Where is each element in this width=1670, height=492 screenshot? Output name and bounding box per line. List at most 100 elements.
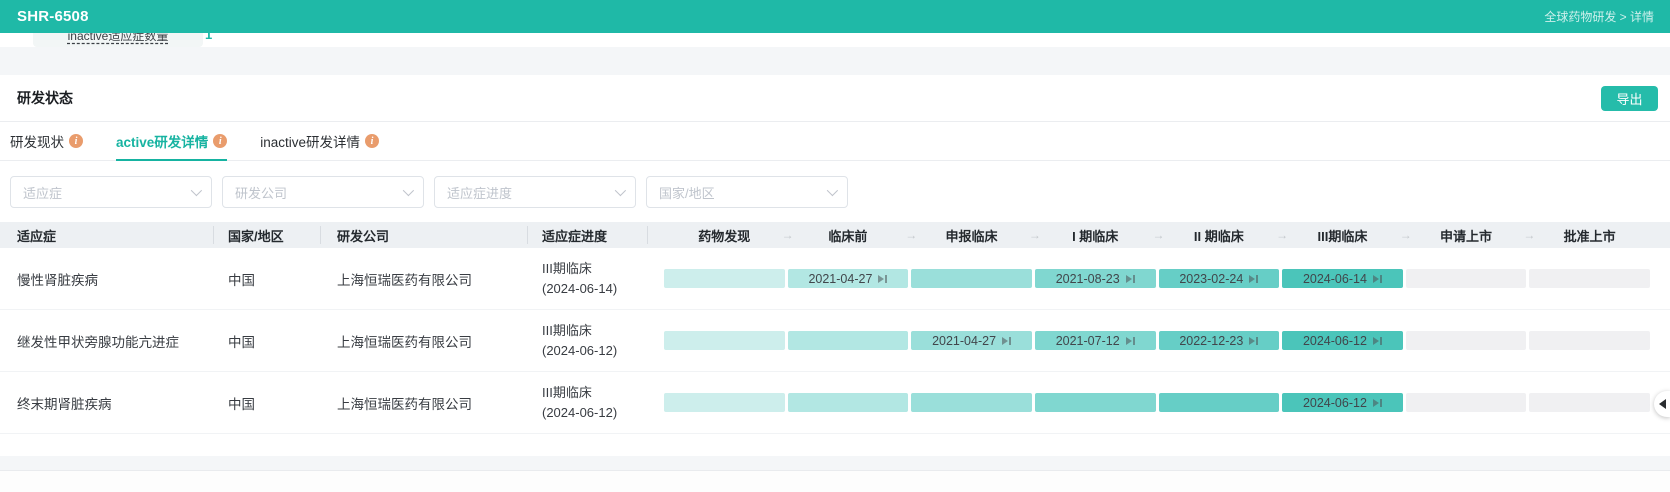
stage-progress-segment xyxy=(664,331,785,350)
indication-cell: 终末期肾脏疾病 xyxy=(0,393,214,413)
company-filter-select[interactable]: 研发公司 xyxy=(222,176,424,208)
stage-date: 2024-06-14 xyxy=(1303,272,1367,286)
scrolled-card-remnant: inactive适应症数量 1 xyxy=(0,33,1670,47)
stage-col-header: I 期临床→ xyxy=(1035,222,1156,248)
stage-col-label: 批准上市 xyxy=(1564,226,1616,245)
tabs-bar: 研发现状 i active研发详情 i inactive研发详情 i xyxy=(0,122,1670,161)
stage-progress-segment xyxy=(911,269,1032,288)
chevron-down-icon xyxy=(403,185,414,196)
drug-title: SHR-6508 xyxy=(17,8,89,25)
play-triangle xyxy=(1373,337,1379,345)
stage-col-header: 申请上市→ xyxy=(1406,222,1527,248)
stage-col-label: III期临床 xyxy=(1318,226,1368,245)
indication-filter-select[interactable]: 适应症 xyxy=(10,176,212,208)
stage-progress-segment xyxy=(664,269,785,288)
play-bar xyxy=(1009,337,1011,345)
step-forward-icon xyxy=(1373,337,1382,345)
stage-progress-segment[interactable]: 2022-12-23 xyxy=(1159,331,1280,350)
stage-bar: 2021-04-27 2021-08-23 2023-02-24 2024-06-14 xyxy=(648,248,1670,309)
stage-date: 2021-07-12 xyxy=(1056,334,1120,348)
stage-col-header: 药物发现→ xyxy=(664,222,785,248)
step-forward-icon xyxy=(1373,275,1382,283)
export-button[interactable]: 导出 xyxy=(1601,86,1658,111)
tab-inactive-rd-details[interactable]: inactive研发详情 i xyxy=(260,122,379,160)
stage-progress-segment[interactable]: 2024-06-12 xyxy=(1282,393,1403,412)
tab-label: inactive研发详情 xyxy=(260,131,360,151)
progress-stage-text: III期临床 xyxy=(542,321,648,341)
stage-progress-segment xyxy=(911,393,1032,412)
stage-progress-segment xyxy=(1035,393,1156,412)
table-row: 终末期肾脏疾病中国上海恒瑞医药有限公司III期临床(2024-06-12)202… xyxy=(0,372,1670,434)
clipped-value-fragment: 1 xyxy=(205,33,212,42)
col-header-indication: 适应症 xyxy=(0,222,214,248)
clipped-label: inactive适应症数量 xyxy=(33,33,203,44)
stage-progress-segment[interactable]: 2021-04-27 xyxy=(788,269,909,288)
stage-empty-segment xyxy=(1406,331,1527,350)
stage-progress-segment[interactable]: 2021-04-27 xyxy=(911,331,1032,350)
play-triangle xyxy=(878,275,884,283)
table-body: 慢性肾脏疾病中国上海恒瑞医药有限公司III期临床(2024-06-14)2021… xyxy=(0,248,1670,434)
stage-col-header: 批准上市 xyxy=(1529,222,1650,248)
progress-filter-select[interactable]: 适应症进度 xyxy=(434,176,636,208)
indication-cell: 慢性肾脏疾病 xyxy=(0,269,214,289)
step-forward-icon xyxy=(1002,337,1011,345)
play-bar xyxy=(1380,275,1382,283)
stage-progress-segment xyxy=(1159,393,1280,412)
play-bar xyxy=(1256,275,1258,283)
stage-col-label: 申报临床 xyxy=(946,226,998,245)
filter-bar: 适应症 研发公司 适应症进度 国家/地区 xyxy=(0,161,1670,222)
stage-col-label: 申请上市 xyxy=(1440,226,1492,245)
tab-active-rd-details[interactable]: active研发详情 i xyxy=(116,122,227,160)
stage-empty-segment xyxy=(1529,331,1650,350)
play-triangle xyxy=(1126,337,1132,345)
rd-status-card: 研发状态 导出 研发现状 i active研发详情 i inactive研发详情… xyxy=(0,75,1670,456)
chevron-down-icon xyxy=(827,185,838,196)
progress-date-text: (2024-06-12) xyxy=(542,341,648,361)
info-icon[interactable]: i xyxy=(213,134,227,148)
breadcrumb[interactable]: 全球药物研发 > 详情 xyxy=(1544,8,1654,25)
company-cell: 上海恒瑞医药有限公司 xyxy=(321,331,528,351)
stage-date: 2021-04-27 xyxy=(932,334,996,348)
info-icon[interactable]: i xyxy=(69,134,83,148)
stage-date: 2022-12-23 xyxy=(1179,334,1243,348)
info-icon[interactable]: i xyxy=(365,134,379,148)
stage-progress-segment[interactable]: 2024-06-14 xyxy=(1282,269,1403,288)
stage-progress-segment[interactable]: 2021-08-23 xyxy=(1035,269,1156,288)
stage-col-header: II 期临床→ xyxy=(1159,222,1280,248)
tab-label: 研发现状 xyxy=(10,131,64,151)
play-triangle xyxy=(1373,275,1379,283)
stage-col-header: III期临床→ xyxy=(1282,222,1403,248)
stage-progress-segment[interactable]: 2021-07-12 xyxy=(1035,331,1156,350)
step-forward-icon xyxy=(1126,275,1135,283)
play-triangle xyxy=(1126,275,1132,283)
stage-bar: 2021-04-27 2021-07-12 2022-12-23 2024-06-12 xyxy=(648,310,1670,371)
stage-progress-segment xyxy=(664,393,785,412)
placeholder: 研发公司 xyxy=(235,183,287,202)
tab-rd-overview[interactable]: 研发现状 i xyxy=(10,122,83,160)
stage-date: 2024-06-12 xyxy=(1303,396,1367,410)
stage-col-label: 临床前 xyxy=(828,226,867,245)
country-cell: 中国 xyxy=(214,393,321,413)
table-row: 继发性甲状旁腺功能亢进症中国上海恒瑞医药有限公司III期临床(2024-06-1… xyxy=(0,310,1670,372)
stage-date: 2023-02-24 xyxy=(1179,272,1243,286)
table-header-row: 适应症 国家/地区 研发公司 适应症进度 药物发现→临床前→申报临床→I 期临床… xyxy=(0,222,1670,248)
step-forward-icon xyxy=(1249,275,1258,283)
country-filter-select[interactable]: 国家/地区 xyxy=(646,176,848,208)
chevron-down-icon xyxy=(191,185,202,196)
play-triangle xyxy=(1249,337,1255,345)
placeholder: 适应症 xyxy=(23,183,62,202)
stage-empty-segment xyxy=(1406,269,1527,288)
progress-stage-text: III期临床 xyxy=(542,259,648,279)
placeholder: 国家/地区 xyxy=(659,183,715,202)
tab-label: active研发详情 xyxy=(116,131,208,151)
stage-progress-segment[interactable]: 2024-06-12 xyxy=(1282,331,1403,350)
stage-bar: 2024-06-12 xyxy=(648,372,1670,433)
progress-cell: III期临床(2024-06-14) xyxy=(528,259,648,299)
step-forward-icon xyxy=(1126,337,1135,345)
stage-progress-segment[interactable]: 2023-02-24 xyxy=(1159,269,1280,288)
section-title: 研发状态 xyxy=(17,88,73,108)
stage-col-label: II 期临床 xyxy=(1194,226,1244,245)
card-header: 研发状态 导出 xyxy=(0,75,1670,122)
placeholder: 适应症进度 xyxy=(447,183,512,202)
play-triangle xyxy=(1373,399,1379,407)
